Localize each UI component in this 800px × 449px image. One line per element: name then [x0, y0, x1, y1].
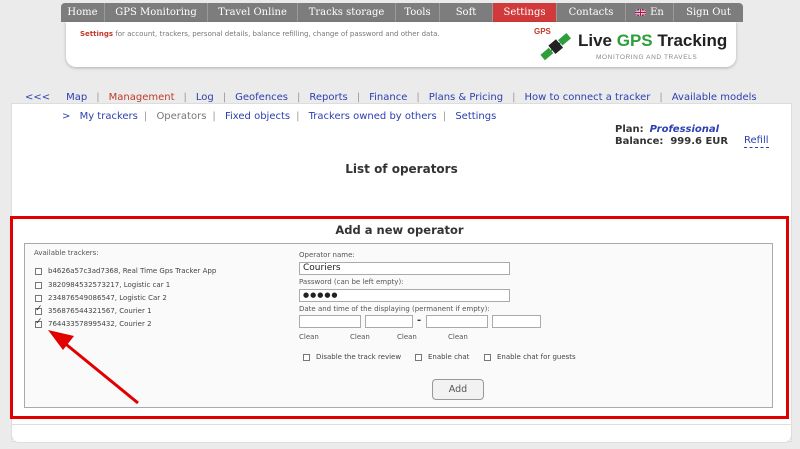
logo-gps-text: GPS: [534, 27, 552, 36]
account-info: Plan: Professional Balance: 999.6 EUR: [615, 124, 728, 148]
option-checkbox[interactable]: [484, 353, 491, 361]
tracker-checkbox[interactable]: [35, 267, 42, 275]
password-input[interactable]: ●●●●●: [299, 289, 510, 302]
top-nav: Home GPS Monitoring Travel Online Tracks…: [61, 3, 743, 22]
tracker-item[interactable]: 764433578995432, Courier 2: [35, 317, 152, 328]
password-label: Password (can be left empty):: [299, 278, 404, 286]
submenu-operators[interactable]: Operators: [156, 111, 206, 122]
submenu-trackers-owned[interactable]: Trackers owned by others: [309, 111, 437, 122]
menu-back[interactable]: <<<: [25, 92, 50, 103]
menu-reports[interactable]: Reports: [309, 92, 347, 103]
balance-value: 999.6 EUR: [670, 136, 729, 147]
page-title: List of operators: [345, 162, 458, 176]
option-enable-chat[interactable]: Enable chat: [415, 353, 469, 361]
datetime-label: Date and time of the displaying (permane…: [299, 305, 490, 313]
header-desc-text: for account, trackers, personal details,…: [113, 30, 440, 38]
nav-sign-out[interactable]: Sign Out: [674, 3, 743, 22]
nav-gps-monitoring[interactable]: GPS Monitoring: [105, 3, 208, 22]
nav-home[interactable]: Home: [61, 3, 105, 22]
form-title: Add a new operator: [335, 223, 464, 237]
tracker-checkbox[interactable]: [35, 294, 42, 302]
uk-flag-icon: [635, 9, 647, 16]
nav-language-label: En: [650, 7, 664, 18]
sub-menu: > My trackers | Operators | Fixed objects |…: [62, 111, 497, 122]
option-enable-chat-guests[interactable]: Enable chat for guests: [484, 353, 576, 361]
tracker-item[interactable]: b4626a57c3ad7368, Real Time Gps Tracker …: [35, 267, 216, 275]
highlight-box: Add a new operator Available trackers: b…: [10, 216, 789, 419]
menu-finance[interactable]: Finance: [369, 92, 407, 103]
tracker-checkbox[interactable]: [35, 281, 42, 289]
logo-title: Live GPS Tracking: [578, 31, 728, 50]
refill-link[interactable]: Refill: [744, 135, 769, 148]
tracker-item[interactable]: 356876544321567, Courier 1: [35, 304, 152, 315]
operator-name-input[interactable]: Couriers: [299, 262, 510, 275]
nav-settings[interactable]: Settings: [493, 3, 557, 22]
menu-available-models[interactable]: Available models: [672, 92, 757, 103]
clean-link[interactable]: Clean: [299, 333, 319, 341]
clean-link[interactable]: Clean: [397, 333, 417, 341]
tracker-item[interactable]: 3820984532573217, Logistic car 1: [35, 281, 170, 289]
menu-geofences[interactable]: Geofences: [235, 92, 288, 103]
satellite-icon: GPS: [534, 27, 571, 61]
balance-label: Balance:: [615, 136, 664, 147]
option-checkbox[interactable]: [303, 353, 310, 361]
submenu-arrow: >: [62, 111, 71, 122]
option-checkbox[interactable]: [415, 353, 422, 361]
nav-language[interactable]: En: [626, 3, 674, 22]
submenu-fixed-objects[interactable]: Fixed objects: [225, 111, 290, 122]
option-disable-track-review[interactable]: Disable the track review: [303, 353, 401, 361]
tracker-checkbox[interactable]: [35, 317, 43, 328]
range-separator: -: [417, 315, 422, 326]
plan-label: Plan:: [615, 124, 644, 135]
header-desc-bold: Settings: [80, 30, 114, 38]
nav-contacts[interactable]: Contacts: [557, 3, 626, 22]
plan-value: Professional: [649, 124, 720, 135]
submenu-settings[interactable]: Settings: [455, 111, 496, 122]
nav-tracks-storage[interactable]: Tracks storage: [298, 3, 396, 22]
header-description: Settings for account, trackers, personal…: [80, 30, 500, 38]
add-operator-form: Available trackers: b4626a57c3ad7368, Re…: [24, 243, 773, 408]
operator-name-label: Operator name:: [299, 251, 355, 259]
menu-management[interactable]: Management: [109, 92, 175, 103]
available-trackers-label: Available trackers:: [34, 249, 99, 257]
date-to-input[interactable]: [426, 315, 488, 328]
nav-soft[interactable]: Soft: [440, 3, 493, 22]
menu-how-to-connect[interactable]: How to connect a tracker: [525, 92, 651, 103]
logo-subtitle: MONITORING AND TRAVELS: [596, 54, 698, 61]
tracker-checkbox[interactable]: [35, 304, 43, 315]
time-from-input[interactable]: [365, 315, 413, 328]
time-to-input[interactable]: [492, 315, 541, 328]
nav-tools[interactable]: Tools: [396, 3, 440, 22]
nav-travel-online[interactable]: Travel Online: [208, 3, 298, 22]
menu-log[interactable]: Log: [196, 92, 214, 103]
bottom-panel: [11, 424, 792, 443]
clean-link[interactable]: Clean: [448, 333, 468, 341]
header-card: Settings for account, trackers, personal…: [66, 22, 736, 67]
site-logo[interactable]: GPS Live GPS Tracking MONITORING AND TRA…: [534, 25, 729, 63]
tracker-item[interactable]: 234876549086547, Logistic Car 2: [35, 294, 167, 302]
clean-link[interactable]: Clean: [350, 333, 370, 341]
menu-plans-pricing[interactable]: Plans & Pricing: [429, 92, 503, 103]
content-panel: > My trackers | Operators | Fixed objects |…: [10, 103, 792, 442]
add-button[interactable]: Add: [432, 379, 484, 400]
menu-map[interactable]: Map: [66, 92, 87, 103]
submenu-my-trackers[interactable]: My trackers: [80, 111, 138, 122]
date-from-input[interactable]: [299, 315, 361, 328]
